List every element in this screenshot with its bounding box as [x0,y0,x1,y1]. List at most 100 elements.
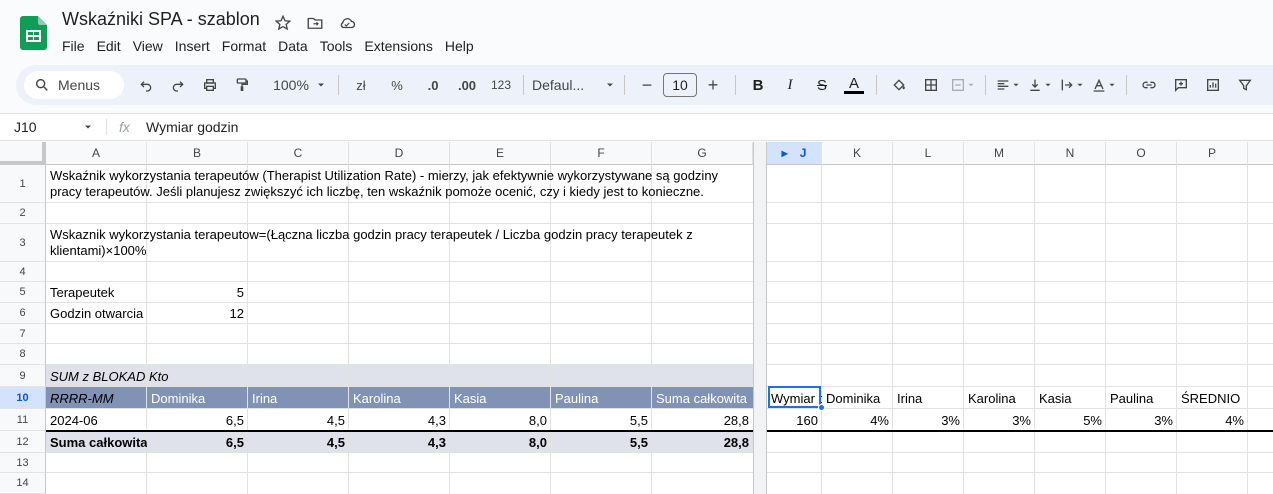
name-box[interactable]: J10 [0,119,100,135]
fill-handle[interactable] [818,404,825,411]
cell-a6[interactable]: Godzin otwarcia [46,303,147,324]
document-title[interactable]: Wskaźniki SPA - szablon [62,9,260,30]
row-header-14[interactable]: 14 [0,473,46,494]
borders-icon[interactable] [917,71,945,99]
cell-k11[interactable]: 4% [822,409,893,431]
row-header-11[interactable]: 11 [0,409,46,431]
cell-b11[interactable]: 6,5 [147,409,248,431]
pivot-header-dominika[interactable]: Dominika [147,387,248,409]
column-header-o[interactable]: O [1106,142,1177,165]
row-header-3[interactable]: 3 [0,224,46,262]
menu-extensions[interactable]: Extensions [364,38,438,54]
currency-format-button[interactable]: zł [347,71,375,99]
row-header-2[interactable]: 2 [0,203,46,224]
cell-j11[interactable]: 160 [767,409,822,431]
row-header-7[interactable]: 7 [0,324,46,344]
sheets-logo-icon[interactable] [20,16,47,50]
search-menus[interactable]: Menus [24,71,124,99]
column-header-m[interactable]: M [964,142,1035,165]
cell-a1[interactable]: Wskaźnik wykorzystania terapeutów (Thera… [46,165,753,203]
cell-d12[interactable]: 4,3 [349,432,450,453]
cell-b12[interactable]: 6,5 [147,432,248,453]
zoom-select[interactable]: 100% [270,71,330,99]
menu-data[interactable]: Data [278,38,314,54]
column-header-j[interactable]: ▶ J [767,142,822,165]
row-header-13[interactable]: 13 [0,453,46,473]
column-header-e[interactable]: E [450,142,551,165]
cell-g11[interactable]: 28,8 [652,409,753,431]
column-header-q[interactable] [1248,142,1273,165]
move-folder-icon[interactable] [304,12,326,34]
cell-a9[interactable]: SUM z BLOKAD Kto [46,365,246,387]
font-size-decrease-button[interactable]: − [633,71,661,99]
row-header-8[interactable]: 8 [0,344,46,365]
vertical-align-icon[interactable] [1026,71,1054,99]
pivot-header-kasia[interactable]: Kasia [450,387,551,409]
column-header-f[interactable]: F [551,142,652,165]
increase-decimal-button[interactable]: .00 [453,71,481,99]
cell-a5[interactable]: Terapeutek [46,282,147,303]
column-header-g[interactable]: G [652,142,753,165]
cell-o10[interactable]: Paulina [1106,387,1177,409]
text-rotation-icon[interactable] [1090,71,1118,99]
menu-edit[interactable]: Edit [97,38,127,54]
text-wrapping-icon[interactable] [1058,71,1086,99]
undo-icon[interactable] [132,71,160,99]
row-header-10[interactable]: 10 [0,387,46,409]
menu-tools[interactable]: Tools [320,38,359,54]
column-header-d[interactable]: D [349,142,450,165]
pivot-header-irina[interactable]: Irina [248,387,349,409]
text-color-icon[interactable]: A [840,71,868,99]
column-header-a[interactable]: A [46,142,147,165]
select-all-corner[interactable] [0,142,46,165]
print-icon[interactable] [196,71,224,99]
merge-cells-icon[interactable] [949,71,977,99]
cell-l11[interactable]: 3% [893,409,964,431]
redo-icon[interactable] [164,71,192,99]
cell-b5[interactable]: 5 [147,282,248,303]
pivot-header-paulina[interactable]: Paulina [551,387,652,409]
cell-a11[interactable]: 2024-06 [46,409,147,431]
paint-format-icon[interactable] [228,71,256,99]
row-header-1[interactable]: 1 [0,165,46,203]
cell-a12[interactable]: Suma całkowita [46,432,147,453]
bold-icon[interactable]: B [744,71,772,99]
menu-format[interactable]: Format [222,38,272,54]
cell-g12[interactable]: 28,8 [652,432,753,453]
cell-e11[interactable]: 8,0 [450,409,551,431]
cell-b6[interactable]: 12 [147,303,248,324]
expand-columns-arrow-icon[interactable]: ▶ [782,149,788,158]
row-header-4[interactable]: 4 [0,262,46,282]
cell-n11[interactable]: 5% [1035,409,1106,431]
cell-d11[interactable]: 4,3 [349,409,450,431]
horizontal-align-icon[interactable] [994,71,1022,99]
cell-m11[interactable]: 3% [964,409,1035,431]
row-header-5[interactable]: 5 [0,282,46,303]
insert-comment-icon[interactable] [1167,71,1195,99]
column-header-b[interactable]: B [147,142,248,165]
column-header-n[interactable]: N [1035,142,1106,165]
cell-l10[interactable]: Irina [893,387,964,409]
number-format-button[interactable]: 123 [487,71,515,99]
percent-format-button[interactable]: % [383,71,411,99]
insert-link-icon[interactable] [1135,71,1163,99]
menu-view[interactable]: View [133,38,169,54]
cell-p10[interactable]: ŚREDNIO [1177,387,1248,409]
column-header-l[interactable]: L [893,142,964,165]
hidden-columns-divider[interactable] [753,142,767,494]
font-size-input[interactable]: 10 [663,73,697,97]
filter-icon[interactable] [1231,71,1259,99]
cell-m10[interactable]: Karolina [964,387,1035,409]
cloud-status-icon[interactable] [336,12,358,34]
row-header-12[interactable]: 12 [0,431,46,453]
fill-color-icon[interactable] [885,71,913,99]
cell-n10[interactable]: Kasia [1035,387,1106,409]
row-header-9[interactable]: 9 [0,365,46,387]
cell-a10[interactable]: RRRR-MM [46,387,147,409]
menu-help[interactable]: Help [445,38,480,54]
column-header-c[interactable]: C [248,142,349,165]
cell-e12[interactable]: 8,0 [450,432,551,453]
cell-c12[interactable]: 4,5 [248,432,349,453]
cell-o11[interactable]: 3% [1106,409,1177,431]
insert-chart-icon[interactable] [1199,71,1227,99]
